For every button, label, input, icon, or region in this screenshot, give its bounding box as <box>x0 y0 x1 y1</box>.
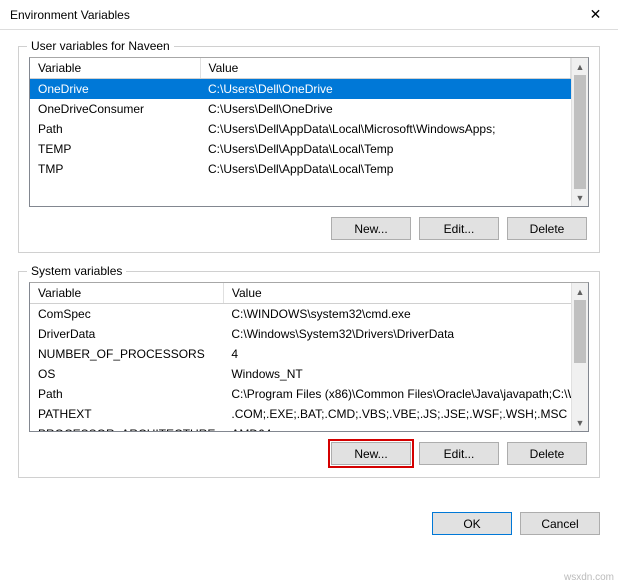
cell-variable: Path <box>30 119 200 139</box>
table-row[interactable]: ComSpecC:\WINDOWS\system32\cmd.exe <box>30 304 571 325</box>
user-variables-group: User variables for Naveen Variable Value… <box>18 46 600 253</box>
cell-value: C:\Users\Dell\AppData\Local\Temp <box>200 139 571 159</box>
table-row[interactable]: NUMBER_OF_PROCESSORS4 <box>30 344 571 364</box>
dialog-footer: OK Cancel <box>0 506 618 535</box>
watermark: wsxdn.com <box>564 572 614 583</box>
system-variables-table[interactable]: Variable Value ComSpecC:\WINDOWS\system3… <box>30 283 571 431</box>
title-bar: Environment Variables ✕ <box>0 0 618 30</box>
cell-variable: PROCESSOR_ARCHITECTURE <box>30 424 223 431</box>
close-icon: ✕ <box>590 6 602 23</box>
system-edit-button[interactable]: Edit... <box>419 442 499 465</box>
close-button[interactable]: ✕ <box>573 0 618 30</box>
system-variables-group: System variables Variable Value ComSpecC… <box>18 271 600 478</box>
cell-variable: DriverData <box>30 324 223 344</box>
scroll-thumb[interactable] <box>574 75 586 189</box>
scroll-track[interactable] <box>572 300 588 414</box>
cell-variable: OneDrive <box>30 79 200 100</box>
cell-value: C:\Windows\System32\Drivers\DriverData <box>223 324 571 344</box>
scroll-thumb[interactable] <box>574 300 586 363</box>
cell-value: C:\Program Files (x86)\Common Files\Orac… <box>223 384 571 404</box>
scroll-track[interactable] <box>572 75 588 189</box>
cell-variable: OneDriveConsumer <box>30 99 200 119</box>
table-row[interactable]: PROCESSOR_ARCHITECTUREAMD64 <box>30 424 571 431</box>
table-row[interactable]: PATHEXT.COM;.EXE;.BAT;.CMD;.VBS;.VBE;.JS… <box>30 404 571 424</box>
dialog-content: User variables for Naveen Variable Value… <box>0 30 618 506</box>
cell-variable: OS <box>30 364 223 384</box>
ok-button[interactable]: OK <box>432 512 512 535</box>
cancel-button[interactable]: Cancel <box>520 512 600 535</box>
table-header-row: Variable Value <box>30 58 571 79</box>
table-row[interactable]: TMPC:\Users\Dell\AppData\Local\Temp <box>30 159 571 179</box>
col-header-variable[interactable]: Variable <box>30 58 200 79</box>
cell-variable: Path <box>30 384 223 404</box>
table-row[interactable]: PathC:\Program Files (x86)\Common Files\… <box>30 384 571 404</box>
cell-variable: PATHEXT <box>30 404 223 424</box>
cell-value: Windows_NT <box>223 364 571 384</box>
scroll-up-icon[interactable]: ▲ <box>572 58 588 75</box>
table-row[interactable]: OneDriveConsumerC:\Users\Dell\OneDrive <box>30 99 571 119</box>
user-new-button[interactable]: New... <box>331 217 411 240</box>
user-edit-button[interactable]: Edit... <box>419 217 499 240</box>
cell-variable: NUMBER_OF_PROCESSORS <box>30 344 223 364</box>
cell-value: .COM;.EXE;.BAT;.CMD;.VBS;.VBE;.JS;.JSE;.… <box>223 404 571 424</box>
cell-variable: TMP <box>30 159 200 179</box>
user-delete-button[interactable]: Delete <box>507 217 587 240</box>
cell-variable: TEMP <box>30 139 200 159</box>
cell-value: C:\Users\Dell\AppData\Local\Temp <box>200 159 571 179</box>
cell-value: C:\Users\Dell\OneDrive <box>200 79 571 100</box>
system-variables-table-wrap: Variable Value ComSpecC:\WINDOWS\system3… <box>29 282 589 432</box>
table-row[interactable]: DriverDataC:\Windows\System32\Drivers\Dr… <box>30 324 571 344</box>
user-variables-table-wrap: Variable Value OneDriveC:\Users\Dell\One… <box>29 57 589 207</box>
cell-value: C:\Users\Dell\AppData\Local\Microsoft\Wi… <box>200 119 571 139</box>
cell-variable: ComSpec <box>30 304 223 325</box>
user-group-label: User variables for Naveen <box>27 39 174 53</box>
scroll-down-icon[interactable]: ▼ <box>572 414 588 431</box>
cell-value: AMD64 <box>223 424 571 431</box>
cell-value: C:\Users\Dell\OneDrive <box>200 99 571 119</box>
window-title: Environment Variables <box>10 8 130 22</box>
scroll-down-icon[interactable]: ▼ <box>572 189 588 206</box>
table-row[interactable]: OSWindows_NT <box>30 364 571 384</box>
col-header-value[interactable]: Value <box>223 283 571 304</box>
system-button-row: New... Edit... Delete <box>29 442 589 465</box>
table-row[interactable]: OneDriveC:\Users\Dell\OneDrive <box>30 79 571 100</box>
table-header-row: Variable Value <box>30 283 571 304</box>
user-scrollbar[interactable]: ▲ ▼ <box>571 58 588 206</box>
col-header-variable[interactable]: Variable <box>30 283 223 304</box>
col-header-value[interactable]: Value <box>200 58 571 79</box>
cell-value: 4 <box>223 344 571 364</box>
table-row[interactable]: PathC:\Users\Dell\AppData\Local\Microsof… <box>30 119 571 139</box>
system-group-label: System variables <box>27 264 126 278</box>
system-delete-button[interactable]: Delete <box>507 442 587 465</box>
table-row[interactable]: TEMPC:\Users\Dell\AppData\Local\Temp <box>30 139 571 159</box>
scroll-up-icon[interactable]: ▲ <box>572 283 588 300</box>
system-new-button[interactable]: New... <box>331 442 411 465</box>
system-scrollbar[interactable]: ▲ ▼ <box>571 283 588 431</box>
user-variables-table[interactable]: Variable Value OneDriveC:\Users\Dell\One… <box>30 58 571 206</box>
user-button-row: New... Edit... Delete <box>29 217 589 240</box>
cell-value: C:\WINDOWS\system32\cmd.exe <box>223 304 571 325</box>
